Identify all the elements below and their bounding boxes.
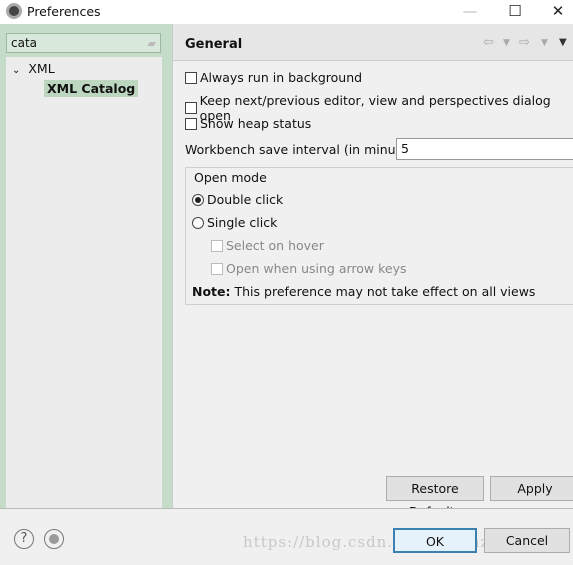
open-mode-label: Open mode <box>194 170 267 185</box>
view-menu-icon[interactable]: ▼ <box>559 37 567 48</box>
checkbox <box>211 262 223 275</box>
radio[interactable] <box>192 193 204 206</box>
tree-label: XML <box>28 61 55 76</box>
open-arrow-keys-checkbox: Open when using arrow keys <box>211 261 407 276</box>
preference-tree: ⌄ XML XML Catalog <box>6 57 162 508</box>
dialog-footer: ? https://blog.csdn.net/dreamzuora OK Ca… <box>0 508 573 565</box>
cancel-button[interactable]: Cancel <box>484 528 570 553</box>
preference-page: General ⇦ ▼ ⇨ ▼ ▼ Always run in backgrou… <box>172 24 573 519</box>
radio-label: Double click <box>207 192 284 207</box>
back-menu-icon[interactable]: ▼ <box>503 38 510 48</box>
ok-button[interactable]: OK <box>393 528 477 553</box>
radio-label: Single click <box>207 215 278 230</box>
always-run-background-checkbox[interactable]: Always run in background <box>185 70 362 85</box>
forward-arrow-icon[interactable]: ⇨ <box>519 35 530 50</box>
save-interval-input[interactable]: 5 <box>396 138 573 160</box>
page-header: General ⇦ ▼ ⇨ ▼ ▼ <box>173 24 573 61</box>
open-mode-group: Open mode Double click Single click Sele… <box>185 167 573 305</box>
single-click-radio[interactable]: Single click <box>192 215 277 230</box>
clear-icon[interactable]: ▰ <box>148 37 156 50</box>
checkbox <box>211 239 223 252</box>
chevron-down-icon[interactable]: ⌄ <box>12 65 20 76</box>
eclipse-icon <box>6 3 22 19</box>
checkbox[interactable] <box>185 102 197 114</box>
minimize-button[interactable]: — <box>450 0 490 24</box>
select-on-hover-checkbox: Select on hover <box>211 238 324 253</box>
left-panel: cata ▰ ⌄ XML XML Catalog <box>0 24 172 508</box>
close-button[interactable]: ✕ <box>538 0 573 24</box>
checkbox[interactable] <box>185 117 197 130</box>
window-title: Preferences <box>27 4 101 19</box>
back-arrow-icon[interactable]: ⇦ <box>483 35 494 50</box>
note-text: This preference may not take effect on a… <box>234 284 536 299</box>
filter-value: cata <box>11 36 38 50</box>
checkbox-label: Select on hover <box>226 238 324 253</box>
title-bar: Preferences — ☐ ✕ <box>0 0 573 24</box>
checkbox[interactable] <box>185 71 197 84</box>
import-export-icon[interactable] <box>44 529 64 549</box>
show-heap-status-checkbox[interactable]: Show heap status <box>185 116 311 131</box>
forward-menu-icon[interactable]: ▼ <box>541 38 548 48</box>
checkbox-label: Always run in background <box>200 70 363 85</box>
help-icon[interactable]: ? <box>14 529 34 549</box>
page-title: General <box>185 37 243 52</box>
maximize-button[interactable]: ☐ <box>495 0 535 24</box>
restore-defaults-button[interactable]: Restore Defaults <box>386 476 484 519</box>
radio[interactable] <box>192 216 204 229</box>
tree-item-xml[interactable]: ⌄ XML <box>12 61 55 76</box>
tree-item-xml-catalog[interactable]: XML Catalog <box>44 80 139 97</box>
checkbox-label: Show heap status <box>200 116 312 131</box>
note: Note: This preference may not take effec… <box>192 284 535 299</box>
checkbox-label: Open when using arrow keys <box>226 261 407 276</box>
double-click-radio[interactable]: Double click <box>192 192 283 207</box>
save-interval-label: Workbench save interval (in minutes): <box>185 142 424 157</box>
filter-input[interactable]: cata ▰ <box>6 33 161 53</box>
note-label: Note: <box>192 284 231 299</box>
apply-button[interactable]: Apply <box>490 476 573 501</box>
